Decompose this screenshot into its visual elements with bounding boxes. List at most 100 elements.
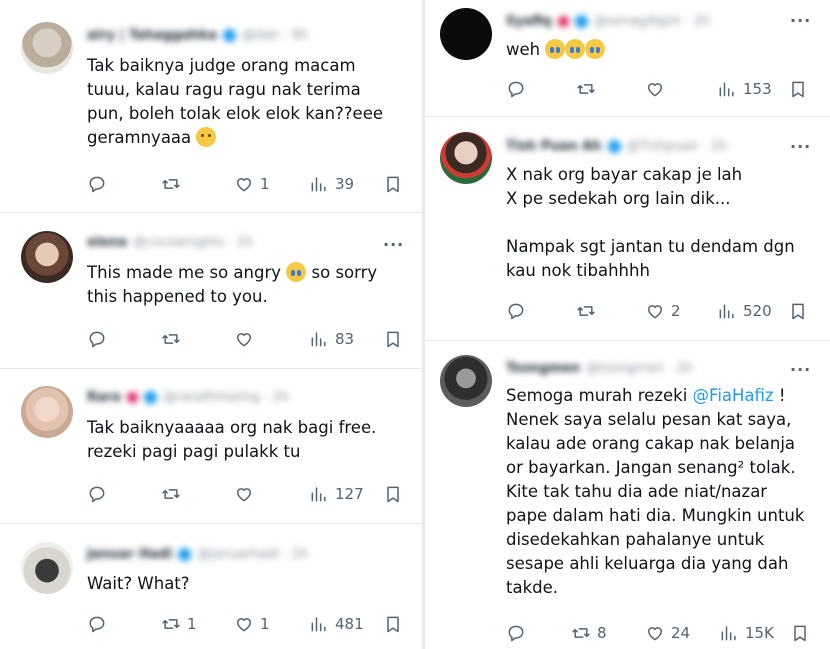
views-button[interactable]: 39 (309, 174, 354, 194)
avatar[interactable] (440, 8, 492, 60)
retweet-button[interactable] (161, 174, 187, 194)
reply-button[interactable] (87, 174, 107, 194)
bookmark-button[interactable] (383, 329, 403, 349)
author-handle[interactable]: @cocoanights · 2h (133, 235, 253, 250)
reply-tweet[interactable]: ··· Tsongmen @tsongmen · 2h Semoga murah… (425, 341, 830, 649)
avatar[interactable] (21, 386, 73, 438)
retweet-icon (572, 628, 590, 638)
bookmark-button[interactable] (383, 614, 403, 634)
author-handle[interactable]: @senagdigiin · 2h (594, 14, 711, 29)
like-button[interactable] (645, 79, 665, 99)
reply-button[interactable] (506, 623, 526, 643)
views-button[interactable]: 15K (719, 623, 774, 643)
views-count: 481 (335, 615, 364, 633)
more-icon[interactable]: ··· (790, 139, 811, 155)
avatar[interactable] (21, 231, 73, 283)
tweet-author-header[interactable]: Tish Puan Ah @Tishpuan · 2h (506, 137, 727, 155)
author-handle[interactable]: @rarafthhaiing · 2h (163, 390, 289, 405)
bookmark-icon (387, 486, 399, 503)
like-button[interactable]: 2 (645, 301, 681, 321)
views-icon (311, 487, 326, 502)
retweet-button[interactable] (576, 301, 596, 321)
author-handle[interactable]: @januarhadi · 2h (197, 547, 308, 562)
like-button[interactable]: 24 (645, 623, 690, 643)
bookmark-button[interactable] (790, 623, 810, 643)
like-button[interactable]: 1 (234, 614, 270, 634)
views-button[interactable]: 520 (717, 301, 772, 321)
author-name[interactable]: elena (87, 235, 127, 250)
tweet-actions: 2 520 (506, 301, 826, 323)
reply-tweet[interactable]: airy | Tahaggahka @dah · 8h Tak baiknya … (0, 0, 422, 213)
retweet-button[interactable]: 8 (571, 623, 607, 643)
tweet-author-header[interactable]: Tsongmen @tsongmen · 2h (506, 359, 693, 377)
tweet-author-header[interactable]: Januar Hadi @januarhadi · 2h (87, 545, 308, 563)
retweet-button[interactable] (161, 329, 181, 349)
tweet-author-header[interactable]: elena @cocoanights · 2h (87, 233, 253, 251)
like-button[interactable] (234, 329, 254, 349)
bookmark-button[interactable] (383, 174, 403, 194)
reply-tweet[interactable]: Januar Hadi @januarhadi · 2h Wait? What?… (0, 524, 422, 649)
reply-icon (89, 331, 105, 348)
retweet-icon (162, 619, 180, 629)
avatar[interactable] (440, 355, 492, 407)
retweet-button[interactable]: 1 (161, 614, 197, 634)
retweet-button[interactable] (161, 484, 181, 504)
like-icon (237, 618, 251, 632)
reply-tweet[interactable]: ··· elena @cocoanights · 2h This made me… (0, 213, 422, 369)
verified-icon (178, 547, 192, 561)
author-name[interactable]: Tish Puan Ah (506, 139, 602, 154)
avatar[interactable] (440, 132, 492, 184)
reply-tweet[interactable]: ··· Tish Puan Ah @Tishpuan · 2h X nak or… (425, 117, 830, 341)
tweet-text-body: Tak baiknya judge orang macam tuuu, kala… (87, 56, 384, 147)
tweet-actions: 153 (506, 79, 826, 101)
retweet-button[interactable] (576, 79, 596, 99)
tweet-author-header[interactable]: Syafiq @senagdigiin · 2h (506, 12, 710, 30)
author-name[interactable]: Januar Hadi (87, 547, 172, 562)
tweet-text: Wait? What? (87, 574, 190, 593)
reply-button[interactable] (506, 79, 526, 99)
avatar[interactable] (21, 22, 73, 74)
reply-button[interactable] (87, 484, 107, 504)
reply-tweet[interactable]: ··· Syafiq @senagdigiin · 2h weh 153 (425, 0, 830, 117)
like-count: 24 (671, 624, 691, 642)
tweet-author-header[interactable]: Rara @rarafthhaiing · 2h (87, 388, 289, 406)
author-name[interactable]: Syafiq (506, 14, 552, 29)
like-count: 2 (671, 302, 681, 320)
views-icon (719, 304, 734, 319)
bookmark-icon (794, 625, 806, 642)
author-name[interactable]: Rara (87, 390, 121, 405)
author-name[interactable]: airy | Tahaggahka (87, 28, 217, 43)
reply-button[interactable] (87, 329, 107, 349)
views-button[interactable]: 83 (309, 329, 354, 349)
reply-button[interactable] (87, 614, 107, 634)
more-icon[interactable]: ··· (383, 237, 404, 253)
mention-link[interactable]: @FiaHafiz (693, 386, 774, 405)
reply-tweet[interactable]: Rara @rarafthhaiing · 2h Tak baiknyaaaaa… (0, 369, 422, 524)
tweet-text-body: Semoga murah rezeki (506, 386, 693, 405)
author-handle[interactable]: @dah · 8h (242, 28, 308, 43)
views-button[interactable]: 481 (309, 614, 364, 634)
bookmark-icon (387, 176, 399, 193)
like-button[interactable]: 1 (234, 174, 270, 194)
bookmark-button[interactable] (788, 79, 808, 99)
bookmark-icon (792, 81, 804, 98)
crying-face-emoji (286, 262, 307, 282)
author-handle[interactable]: @Tishpuan · 2h (627, 139, 728, 154)
author-name[interactable]: Tsongmen (506, 361, 580, 376)
like-button[interactable] (234, 484, 254, 504)
views-button[interactable]: 153 (717, 79, 772, 99)
views-count: 153 (743, 80, 772, 98)
bookmark-button[interactable] (788, 301, 808, 321)
more-icon[interactable]: ··· (790, 13, 811, 29)
views-count: 39 (335, 175, 355, 193)
more-icon[interactable]: ··· (790, 362, 811, 378)
author-handle[interactable]: @tsongmen · 2h (586, 361, 693, 376)
retweet-icon (162, 179, 180, 189)
reply-button[interactable] (506, 301, 526, 321)
bookmark-button[interactable] (383, 484, 403, 504)
tweet-author-header[interactable]: airy | Tahaggahka @dah · 8h (87, 26, 308, 44)
avatar[interactable] (21, 542, 73, 594)
views-button[interactable]: 127 (309, 484, 364, 504)
tweet-actions: 1 39 (87, 174, 407, 196)
tweet-actions: 1 1 481 (87, 614, 407, 636)
